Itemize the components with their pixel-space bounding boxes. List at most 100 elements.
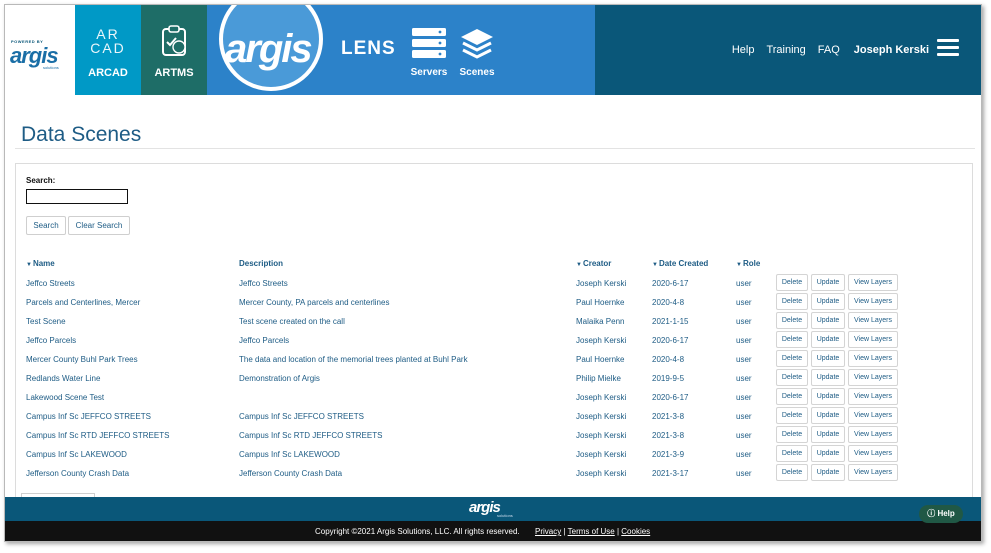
- update-button[interactable]: Update: [811, 369, 845, 386]
- privacy-link[interactable]: Privacy: [535, 527, 561, 536]
- cell-description: Campus Inf Sc JEFFCO STREETS: [239, 412, 364, 421]
- link-help[interactable]: Help: [732, 44, 755, 56]
- update-button[interactable]: Update: [811, 426, 845, 443]
- table-row: Parcels and Centerlines, Mercer Mercer Co…: [26, 293, 966, 312]
- cell-creator: Paul Hoernke: [576, 298, 625, 307]
- view-layers-button[interactable]: View Layers: [848, 407, 898, 424]
- help-button[interactable]: ⓘ Help: [919, 505, 963, 523]
- delete-button[interactable]: Delete: [776, 293, 808, 310]
- cell-description: Demonstration of Argis: [239, 374, 320, 383]
- cell-name[interactable]: Lakewood Scene Test: [26, 393, 104, 402]
- search-label: Search:: [26, 176, 56, 185]
- argis-solutions-logo[interactable]: POWERED BY argis solutions: [5, 5, 75, 95]
- link-training[interactable]: Training: [766, 44, 805, 56]
- update-button[interactable]: Update: [811, 274, 845, 291]
- footer-legal-bar: Copyright ©2021 Argis Solutions, LLC. Al…: [5, 521, 981, 541]
- cell-role: user: [736, 317, 752, 326]
- footer-brand-bar: argis solutions: [5, 497, 981, 521]
- update-button[interactable]: Update: [811, 350, 845, 367]
- footer-logo: argis: [469, 499, 501, 516]
- layers-icon: [461, 29, 493, 59]
- update-button[interactable]: Update: [811, 388, 845, 405]
- table-row: Test Scene Test scene created on the call…: [26, 312, 966, 331]
- app-tile-arcad[interactable]: AR CAD ARCAD: [75, 5, 141, 95]
- update-button[interactable]: Update: [811, 312, 845, 329]
- cell-date-created: 2020-6-17: [652, 393, 689, 402]
- cell-creator: Joseph Kerski: [576, 469, 627, 478]
- cell-date-created: 2021-3-9: [652, 450, 685, 459]
- delete-button[interactable]: Delete: [776, 331, 808, 348]
- view-layers-button[interactable]: View Layers: [848, 388, 898, 405]
- cell-name[interactable]: Jefferson County Crash Data: [26, 469, 129, 478]
- cell-name[interactable]: Jeffco Parcels: [26, 336, 76, 345]
- cell-description: Campus Inf Sc LAKEWOOD: [239, 450, 340, 459]
- view-layers-button[interactable]: View Layers: [848, 312, 898, 329]
- delete-button[interactable]: Delete: [776, 464, 808, 481]
- sort-caret-icon: ▼: [576, 262, 582, 268]
- cell-name[interactable]: Parcels and Centerlines, Mercer: [26, 298, 140, 307]
- cell-description: The data and location of the memorial tr…: [239, 355, 468, 364]
- link-faq[interactable]: FAQ: [818, 44, 840, 56]
- terms-link[interactable]: Terms of Use: [568, 527, 615, 536]
- delete-button[interactable]: Delete: [776, 407, 808, 424]
- cookies-link[interactable]: Cookies: [621, 527, 650, 536]
- delete-button[interactable]: Delete: [776, 274, 808, 291]
- delete-button[interactable]: Delete: [776, 426, 808, 443]
- column-header-date-created[interactable]: ▼Date Created: [652, 259, 708, 268]
- column-header-name[interactable]: ▼Name: [26, 259, 55, 268]
- column-label: Description: [239, 259, 284, 268]
- brand-wordmark: argis: [225, 27, 313, 71]
- view-layers-button[interactable]: View Layers: [848, 350, 898, 367]
- app-tile-artms[interactable]: ARTMS: [141, 5, 207, 95]
- delete-button[interactable]: Delete: [776, 350, 808, 367]
- update-button[interactable]: Update: [811, 407, 845, 424]
- cell-role: user: [736, 469, 752, 478]
- clear-search-button[interactable]: Clear Search: [68, 216, 130, 235]
- cell-name[interactable]: Campus Inf Sc JEFFCO STREETS: [26, 412, 151, 421]
- cell-creator: Joseph Kerski: [576, 336, 627, 345]
- search-button[interactable]: Search: [26, 216, 66, 235]
- cell-role: user: [736, 431, 752, 440]
- view-layers-button[interactable]: View Layers: [848, 274, 898, 291]
- cell-date-created: 2021-3-17: [652, 469, 689, 478]
- cell-name[interactable]: Test Scene: [26, 317, 66, 326]
- delete-button[interactable]: Delete: [776, 388, 808, 405]
- update-button[interactable]: Update: [811, 464, 845, 481]
- view-layers-button[interactable]: View Layers: [848, 331, 898, 348]
- view-layers-button[interactable]: View Layers: [848, 464, 898, 481]
- view-layers-button[interactable]: View Layers: [848, 445, 898, 462]
- cell-name[interactable]: Campus Inf Sc RTD JEFFCO STREETS: [26, 431, 169, 440]
- search-input[interactable]: [26, 189, 128, 204]
- question-circle-icon: ⓘ: [927, 509, 936, 518]
- delete-button[interactable]: Delete: [776, 445, 808, 462]
- column-header-creator[interactable]: ▼Creator: [576, 259, 611, 268]
- cell-name[interactable]: Redlands Water Line: [26, 374, 100, 383]
- column-header-description: Description: [239, 259, 283, 268]
- view-layers-button[interactable]: View Layers: [848, 426, 898, 443]
- nav-scenes[interactable]: Scenes: [453, 27, 501, 79]
- delete-button[interactable]: Delete: [776, 312, 808, 329]
- user-name[interactable]: Joseph Kerski: [854, 44, 929, 56]
- update-button[interactable]: Update: [811, 293, 845, 310]
- nav-servers[interactable]: Servers: [405, 27, 453, 79]
- logo-sub: solutions: [43, 65, 59, 70]
- cell-name[interactable]: Campus Inf Sc LAKEWOOD: [26, 450, 127, 459]
- help-button-label: Help: [937, 509, 955, 518]
- cell-name[interactable]: Jeffco Streets: [26, 279, 75, 288]
- servers-icon: [412, 28, 446, 58]
- cell-role: user: [736, 412, 752, 421]
- view-layers-button[interactable]: View Layers: [848, 293, 898, 310]
- table-row: Jeffco Parcels Jeffco Parcels Joseph Kersk…: [26, 331, 966, 350]
- hamburger-menu-icon[interactable]: [937, 39, 959, 57]
- update-button[interactable]: Update: [811, 445, 845, 462]
- cell-description: Mercer County, PA parcels and centerline…: [239, 298, 390, 307]
- update-button[interactable]: Update: [811, 331, 845, 348]
- top-nav-links: Help Training FAQ Joseph Kerski: [720, 41, 929, 59]
- cell-name[interactable]: Mercer County Buhl Park Trees: [26, 355, 138, 364]
- column-header-role[interactable]: ▼Role: [736, 259, 760, 268]
- cell-description: Jeffco Parcels: [239, 336, 290, 345]
- clipboard-argis-icon: [162, 25, 186, 56]
- delete-button[interactable]: Delete: [776, 369, 808, 386]
- view-layers-button[interactable]: View Layers: [848, 369, 898, 386]
- cell-creator: Joseph Kerski: [576, 393, 627, 402]
